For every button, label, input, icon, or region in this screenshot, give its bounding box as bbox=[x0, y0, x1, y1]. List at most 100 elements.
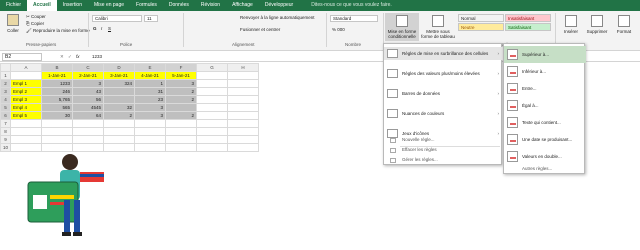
cell[interactable]: 1 bbox=[134, 79, 167, 88]
cell[interactable]: 30 bbox=[41, 111, 74, 120]
tell-me-search[interactable]: Dites-nous ce que vous voulez faire. bbox=[305, 0, 398, 11]
cell[interactable] bbox=[227, 143, 260, 152]
cell[interactable] bbox=[72, 127, 105, 136]
cell[interactable] bbox=[227, 135, 260, 144]
cell[interactable]: 2 bbox=[165, 95, 198, 104]
column-header[interactable]: H bbox=[227, 63, 260, 72]
menu-tab[interactable]: Fichier bbox=[0, 0, 27, 11]
cell[interactable]: 5-Jan-21 bbox=[165, 71, 198, 80]
cell[interactable]: 23 bbox=[134, 95, 167, 104]
highlight-rule-item[interactable]: Égal à... bbox=[504, 97, 586, 114]
cell[interactable]: 324 bbox=[103, 79, 136, 88]
cell[interactable] bbox=[103, 127, 136, 136]
cf-menu-action[interactable]: Gérer les règles... bbox=[384, 156, 438, 164]
italic-button[interactable]: I bbox=[101, 26, 102, 31]
cell[interactable]: 2 bbox=[165, 87, 198, 96]
highlight-rule-item[interactable]: Supérieur à... bbox=[504, 46, 586, 63]
row-header[interactable]: 1 bbox=[0, 71, 12, 80]
highlight-rule-item[interactable]: Entre... bbox=[504, 80, 586, 97]
format-painter-button[interactable]: 🖌 Reproduire la mise en forme bbox=[26, 28, 90, 34]
column-header[interactable]: A bbox=[10, 63, 43, 72]
worksheet-grid[interactable]: A B C D E F G H 1 1-Jan-21 2-Jan-21 3-Jan-21 4-Jan-2… bbox=[0, 63, 260, 152]
font-size-select[interactable]: 11 bbox=[144, 15, 158, 22]
cell[interactable] bbox=[196, 103, 229, 112]
cell[interactable]: 3-Jan-21 bbox=[103, 71, 136, 80]
cell[interactable] bbox=[196, 119, 229, 128]
cell[interactable] bbox=[10, 119, 43, 128]
column-header[interactable]: E bbox=[134, 63, 167, 72]
merge-center-button[interactable]: Fusionner et centrer bbox=[240, 27, 280, 32]
copy-button[interactable]: ⎘ Copier bbox=[26, 21, 44, 26]
cell[interactable]: 2 bbox=[103, 111, 136, 120]
cell[interactable] bbox=[134, 143, 167, 152]
cell[interactable] bbox=[227, 127, 260, 136]
cell[interactable]: Empl 1 bbox=[10, 79, 43, 88]
paste-button[interactable]: Coller bbox=[4, 14, 22, 33]
cell[interactable]: 2-Jan-21 bbox=[72, 71, 105, 80]
formula-input[interactable]: 1233 bbox=[92, 54, 102, 59]
cell[interactable]: 246 bbox=[41, 87, 74, 96]
cell[interactable] bbox=[10, 71, 43, 80]
highlight-rule-item[interactable]: Inférieur à... bbox=[504, 63, 586, 80]
cell[interactable] bbox=[134, 127, 167, 136]
row-header[interactable]: 10 bbox=[0, 143, 12, 152]
cell[interactable] bbox=[165, 127, 198, 136]
menu-tab[interactable]: Développeur bbox=[259, 0, 299, 11]
cell[interactable] bbox=[165, 143, 198, 152]
number-format-select[interactable]: Standard bbox=[330, 15, 378, 22]
highlight-rule-item[interactable]: Valeurs en double... bbox=[504, 148, 586, 165]
menu-tab[interactable]: Accueil bbox=[27, 0, 57, 11]
cell[interactable] bbox=[103, 135, 136, 144]
cell[interactable] bbox=[227, 95, 260, 104]
row-header[interactable]: 5 bbox=[0, 103, 12, 112]
cancel-icon[interactable]: ✕ bbox=[60, 54, 64, 60]
cf-menu-item[interactable]: Barres de données › bbox=[384, 87, 503, 100]
cell[interactable]: Empl 2 bbox=[10, 87, 43, 96]
cut-button[interactable]: ✂ Couper bbox=[26, 14, 46, 20]
row-header[interactable]: 7 bbox=[0, 119, 12, 128]
row-header[interactable]: 4 bbox=[0, 95, 12, 104]
cell[interactable] bbox=[165, 103, 198, 112]
bold-button[interactable]: G bbox=[93, 26, 97, 31]
format-cells-button[interactable]: Format bbox=[612, 15, 636, 34]
cell[interactable]: 32 bbox=[103, 103, 136, 112]
underline-button[interactable]: S bbox=[108, 26, 111, 31]
row-header[interactable]: 8 bbox=[0, 127, 12, 136]
cell[interactable]: 56 bbox=[72, 95, 105, 104]
cell[interactable] bbox=[165, 119, 198, 128]
row-header[interactable]: 6 bbox=[0, 111, 12, 120]
column-header[interactable]: G bbox=[196, 63, 229, 72]
highlight-rule-item[interactable]: Texte qui contient... bbox=[504, 114, 586, 131]
column-header[interactable]: B bbox=[41, 63, 74, 72]
sheet-table[interactable]: A B C D E F G H 1 1-Jan-21 2-Jan-21 3-Jan-21 4-Jan-2… bbox=[0, 63, 260, 152]
cell[interactable]: 5,765 bbox=[41, 95, 74, 104]
row-header[interactable]: 9 bbox=[0, 135, 12, 144]
cell[interactable]: 4-Jan-21 bbox=[134, 71, 167, 80]
select-all-corner[interactable] bbox=[0, 63, 12, 72]
cell[interactable] bbox=[41, 119, 74, 128]
cell[interactable] bbox=[72, 119, 105, 128]
cell[interactable] bbox=[103, 95, 136, 104]
menu-tab[interactable]: Mise en page bbox=[88, 0, 130, 11]
cell[interactable] bbox=[196, 87, 229, 96]
menu-tab[interactable]: Affichage bbox=[226, 0, 259, 11]
cell[interactable] bbox=[10, 127, 43, 136]
cell[interactable] bbox=[227, 111, 260, 120]
insert-cells-button[interactable]: Insérer bbox=[560, 15, 582, 34]
name-box[interactable]: B2 bbox=[2, 53, 42, 61]
cf-menu-action[interactable]: Nouvelle règle... bbox=[384, 136, 435, 144]
cell[interactable] bbox=[103, 87, 136, 96]
font-name-select[interactable]: Calibri bbox=[92, 15, 142, 22]
cell[interactable]: 3 bbox=[72, 79, 105, 88]
cell[interactable] bbox=[103, 119, 136, 128]
menu-tab[interactable]: Révision bbox=[195, 0, 226, 11]
cell[interactable]: 3 bbox=[134, 111, 167, 120]
cf-menu-action[interactable]: Effacer les règles bbox=[384, 146, 437, 154]
menu-tab[interactable]: Données bbox=[163, 0, 195, 11]
cell[interactable] bbox=[196, 111, 229, 120]
cell[interactable] bbox=[165, 135, 198, 144]
more-rules-link[interactable]: Autres règles... bbox=[522, 166, 552, 171]
cell[interactable]: 43 bbox=[72, 87, 105, 96]
cell[interactable] bbox=[227, 103, 260, 112]
cell[interactable] bbox=[196, 135, 229, 144]
